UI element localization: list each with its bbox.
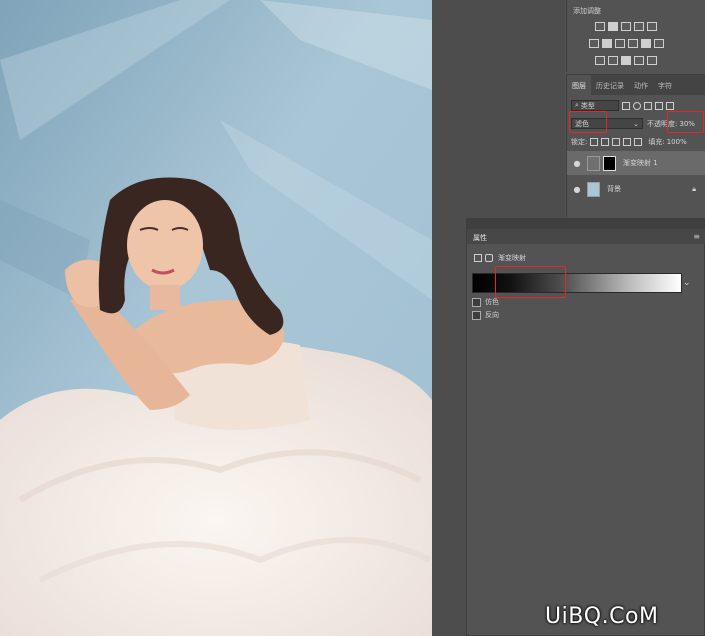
channel-mixer-icon[interactable] <box>641 39 651 48</box>
properties-header-label: 渐变映射 <box>498 254 526 262</box>
adjustment-thumb <box>587 155 600 171</box>
gradient-map-icon[interactable] <box>634 56 644 65</box>
search-icon: ⌕ <box>575 101 579 109</box>
document-canvas[interactable] <box>0 0 432 636</box>
fill-label: 填充: <box>648 138 665 146</box>
mask-thumb[interactable] <box>603 155 616 171</box>
layer-filter-select[interactable]: ⌕ 类型 <box>571 100 619 111</box>
photo-filter-icon[interactable] <box>628 39 638 48</box>
tab-history[interactable]: 历史记录 <box>591 75 629 95</box>
shape-filter-icon[interactable] <box>655 101 663 110</box>
curves-icon[interactable] <box>621 22 631 31</box>
posterize-icon[interactable] <box>608 56 618 65</box>
dither-checkbox[interactable] <box>472 297 481 307</box>
dither-label: 仿色 <box>485 298 499 306</box>
layer-row-background[interactable]: ● 背景 🔒︎ <box>567 177 705 201</box>
eye-icon[interactable]: ● <box>567 185 587 194</box>
reverse-label: 反向 <box>485 311 499 319</box>
hue-saturation-icon[interactable] <box>589 39 599 48</box>
gradient-dropdown-chevron-icon[interactable]: ⌄ <box>683 278 691 288</box>
photo-thumb <box>587 181 600 197</box>
tab-properties[interactable]: 属性 <box>473 233 487 243</box>
pixel-filter-icon[interactable] <box>622 101 630 110</box>
reverse-checkbox[interactable] <box>472 310 481 320</box>
brightness-icon[interactable] <box>595 22 605 31</box>
reverse-option[interactable]: 反向 <box>472 310 499 320</box>
fill-input[interactable]: 100% <box>667 138 687 146</box>
layers-panel: 图层 历史记录 动作 字符 ⌕ 类型 滤色 ⌄ 不透明度: 30% 锁定: 填充… <box>566 74 705 217</box>
selective-color-icon[interactable] <box>647 56 657 65</box>
properties-header: 渐变映射 <box>474 253 526 263</box>
filter-kind-value: 类型 <box>580 101 595 110</box>
tab-actions[interactable]: 动作 <box>629 75 653 95</box>
layer-row-gradient-map[interactable]: ● 渐变映射 1 <box>567 151 705 175</box>
bride-photo <box>0 0 432 636</box>
chevron-down-icon: ⌄ <box>633 119 639 128</box>
blend-mode-highlight <box>569 111 607 133</box>
panel-menu-icon[interactable]: ≡ <box>693 232 700 241</box>
gradient-highlight <box>495 266 566 298</box>
lock-artboard-icon[interactable] <box>623 138 632 146</box>
gradient-map-icon <box>474 254 482 262</box>
properties-titlebar[interactable] <box>467 219 704 229</box>
vibrance-icon[interactable] <box>647 22 657 31</box>
properties-tab-bar: 属性 ≡ <box>467 229 705 244</box>
adjustments-title: 添加调整 <box>573 7 601 15</box>
color-balance-icon[interactable] <box>602 39 612 48</box>
layer-name[interactable]: 渐变映射 1 <box>623 158 658 168</box>
mask-icon[interactable] <box>485 254 493 262</box>
adjustments-panel: 添加调整 <box>566 0 705 72</box>
adjustment-filter-icon[interactable] <box>633 101 641 110</box>
lock-transparent-icon[interactable] <box>590 138 599 146</box>
black-white-icon[interactable] <box>615 39 625 48</box>
lock-label: 锁定: <box>571 138 588 146</box>
color-lookup-icon[interactable] <box>654 39 664 48</box>
invert-icon[interactable] <box>595 56 605 65</box>
threshold-icon[interactable] <box>621 56 631 65</box>
type-filter-icon[interactable] <box>644 101 652 110</box>
watermark-text: UiBQ.CoM <box>545 604 659 629</box>
lock-icon: 🔒︎ <box>692 184 696 193</box>
smart-object-filter-icon[interactable] <box>666 101 674 110</box>
lock-all-icon[interactable] <box>634 138 643 146</box>
lock-position-icon[interactable] <box>612 138 621 146</box>
tab-layers[interactable]: 图层 <box>567 75 591 95</box>
layers-tabs: 图层 历史记录 动作 字符 <box>567 75 705 95</box>
levels-icon[interactable] <box>608 22 618 31</box>
opacity-highlight <box>667 111 704 133</box>
exposure-icon[interactable] <box>634 22 644 31</box>
lock-image-icon[interactable] <box>601 138 610 146</box>
tab-character[interactable]: 字符 <box>653 75 677 95</box>
layer-name[interactable]: 背景 <box>607 184 621 194</box>
dither-option[interactable]: 仿色 <box>472 297 499 307</box>
eye-icon[interactable]: ● <box>567 159 587 168</box>
